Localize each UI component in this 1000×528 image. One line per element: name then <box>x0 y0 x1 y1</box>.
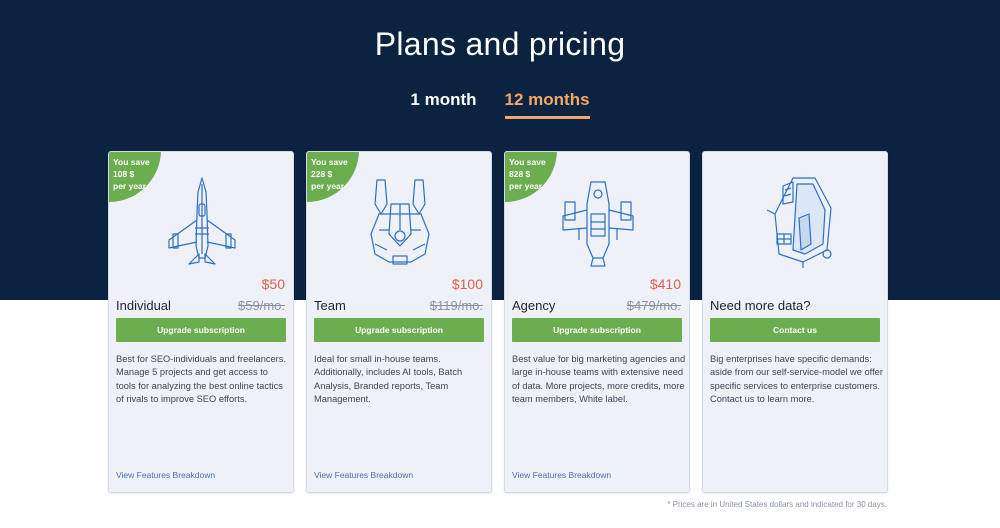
fighter-jet-icon <box>168 177 236 265</box>
cruiser-ship-icon <box>562 181 634 267</box>
savings-badge-text: You save 828 $ per year <box>509 157 546 191</box>
plan-price: $100 <box>451 276 483 292</box>
mothership-icon <box>766 177 832 268</box>
savings-badge-text: You save 228 $ per year <box>311 157 348 191</box>
plan-description: Big enterprises have specific demands: a… <box>710 354 883 404</box>
page-title: Plans and pricing <box>374 26 626 62</box>
upgrade-subscription-button[interactable]: Upgrade subscription <box>512 318 682 342</box>
plan-old-price: $119/mo. <box>429 298 483 313</box>
view-features-breakdown-link[interactable]: View Features Breakdown <box>512 470 611 480</box>
plan-card-individual: You save 108 $ per year $50 Individual $… <box>108 151 294 493</box>
plan-card-agency: You save 828 $ per year $410 Agency $479… <box>504 151 690 493</box>
pricing-footnote: * Prices are in United States dollars an… <box>667 500 887 509</box>
plan-price: $410 <box>649 276 681 292</box>
plan-card-enterprise: Need more data? Contact us Big enterpris… <box>702 151 888 493</box>
plan-description: Best value for big marketing agencies an… <box>512 354 686 404</box>
plan-name: Team <box>314 298 346 313</box>
savings-badge-text: You save 108 $ per year <box>113 157 150 191</box>
plan-old-price: $479/mo. <box>626 298 681 313</box>
billing-period-tabs: 1 month 12 months <box>0 90 1000 119</box>
contact-us-button[interactable]: Contact us <box>710 318 880 342</box>
tab-12-months[interactable]: 12 months <box>504 90 590 119</box>
plan-name: Individual <box>116 298 171 313</box>
tab-1-month[interactable]: 1 month <box>410 90 476 119</box>
plan-description: Ideal for small in-house teams. Addition… <box>314 354 463 404</box>
pricing-cards: You save 108 $ per year $50 Individual $… <box>108 151 888 493</box>
plan-description: Best for SEO-individuals and freelancers… <box>116 354 287 404</box>
upgrade-subscription-button[interactable]: Upgrade subscription <box>116 318 286 342</box>
plan-card-team: You save 228 $ per year $100 Team $119/m… <box>306 151 492 493</box>
view-features-breakdown-link[interactable]: View Features Breakdown <box>314 470 413 480</box>
upgrade-subscription-button[interactable]: Upgrade subscription <box>314 318 484 342</box>
plan-price: $50 <box>261 276 285 292</box>
view-features-breakdown-link[interactable]: View Features Breakdown <box>116 470 215 480</box>
plan-old-price: $59/mo. <box>238 298 285 313</box>
plan-name: Need more data? <box>710 298 811 313</box>
plan-name: Agency <box>512 298 556 313</box>
starship-icon <box>370 179 430 265</box>
